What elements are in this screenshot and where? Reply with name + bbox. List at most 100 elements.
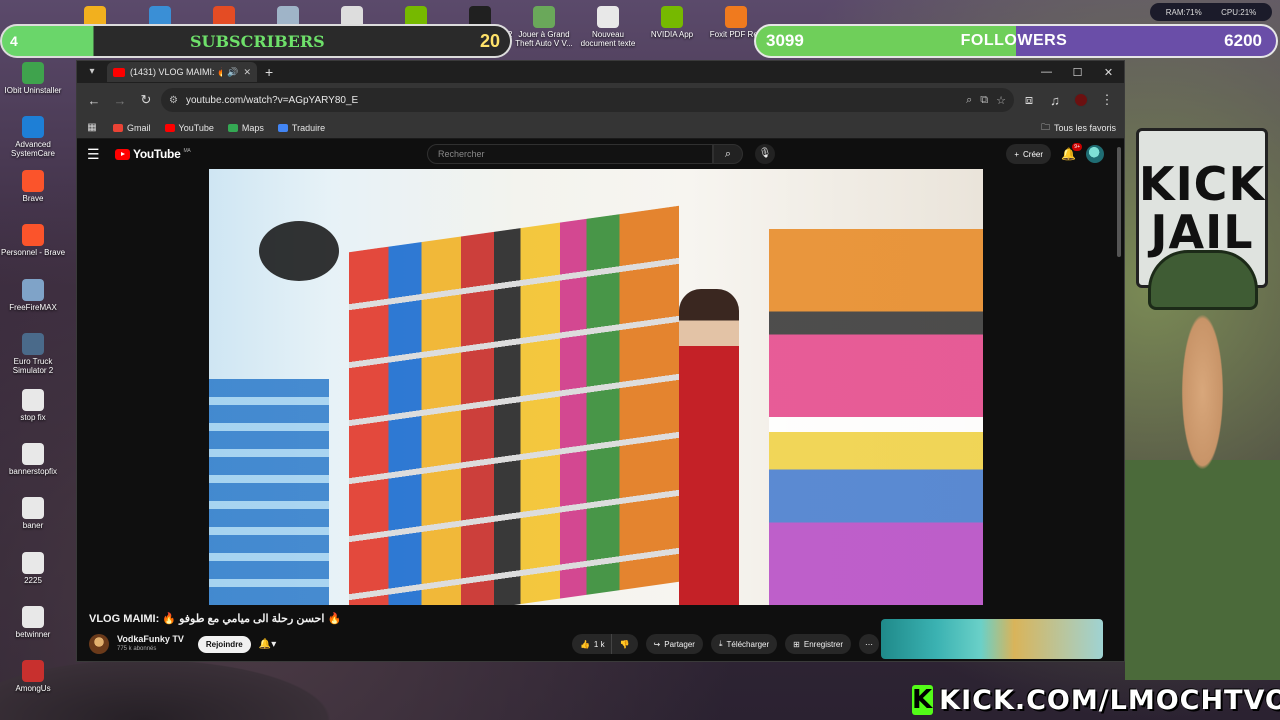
subscribers-label: SUBSCRIBERS <box>190 31 325 51</box>
desktop-icon[interactable]: Advanced SystemCare <box>0 116 66 158</box>
close-window-icon[interactable]: ✕ <box>1093 66 1124 79</box>
download-label: Télécharger <box>726 639 770 649</box>
like-button[interactable]: 👍 1 k <box>571 634 611 654</box>
desktop-icon-label: Advanced SystemCare <box>10 140 55 158</box>
desktop-icon[interactable]: Brave <box>0 170 66 203</box>
thumbs-down-icon: 👎 <box>619 639 630 649</box>
desktop-icon-label: Personnel - Brave <box>0 248 66 257</box>
bookmark-star-icon[interactable]: ☆ <box>996 94 1006 107</box>
tab-search-icon[interactable]: ▾ <box>83 64 101 80</box>
desktop-icon[interactable]: Personnel - Brave <box>0 224 66 257</box>
officer-cap <box>1148 250 1258 310</box>
save-icon: ⊞ <box>793 639 800 649</box>
desktop-icon-label: FreeFireMAX <box>9 303 57 312</box>
subscribers-goal-bar: 4 SUBSCRIBERS 20 <box>0 24 512 58</box>
plus-icon: + <box>1014 149 1020 159</box>
iobit-icon <box>22 62 44 84</box>
bookmarks-bar: ▦ Gmail YouTube Maps Traduire 🗀 Tous les … <box>77 117 1124 139</box>
save-button[interactable]: ⊞ Enregistrer <box>785 634 851 654</box>
desktop-icon[interactable]: betwinner <box>0 606 66 639</box>
tab-youtube-video[interactable]: (1431) VLOG MAIMI: 🔥 فوفو 🔊 ✕ <box>107 62 257 82</box>
join-button[interactable]: Rejoindre <box>197 635 251 653</box>
more-actions-icon[interactable]: ⋯ <box>859 634 879 654</box>
dislike-button[interactable]: 👎 <box>610 634 638 654</box>
desktop-icon[interactable]: 2225 <box>0 552 66 585</box>
extensions-icon[interactable]: ⧈ <box>1018 89 1040 111</box>
freefire-icon <box>22 279 44 301</box>
desktop-icon[interactable]: bannerstopfix <box>0 443 66 476</box>
address-bar[interactable]: ⚙ youtube.com/watch?v=AGpYARY80_E ⌕ ⧉ ☆ <box>161 88 1014 112</box>
desktop-icon[interactable]: stop fix <box>0 389 66 422</box>
desktop-icon-label: Jouer à Grand Theft Auto V V... <box>515 30 573 48</box>
minimize-icon[interactable]: — <box>1031 66 1062 79</box>
bookmark-youtube[interactable]: YouTube <box>164 123 214 133</box>
zoom-icon[interactable]: ⌕ <box>966 94 972 107</box>
desktop-icon-label: baner <box>22 521 44 530</box>
microphone-icon[interactable]: 🎙 <box>755 144 775 164</box>
new-tab-button[interactable]: + <box>265 64 273 80</box>
desktop-icon[interactable]: AmongUs <box>0 660 66 693</box>
bookmark-maps-label: Maps <box>241 122 264 133</box>
hamburger-menu-icon[interactable]: ☰ <box>87 146 103 163</box>
site-info-icon[interactable]: ⚙ <box>169 95 178 106</box>
video-player[interactable] <box>209 169 983 605</box>
page-scrollbar[interactable] <box>1116 141 1122 661</box>
brave-icon <box>22 224 44 246</box>
desktop-icon[interactable]: Nouveau document texte <box>575 6 641 48</box>
browser-menu-icon[interactable]: ⋮ <box>1096 89 1118 111</box>
desktop-icon[interactable]: Jouer à Grand Theft Auto V V... <box>511 6 577 48</box>
bookmark-traduire-label: Traduire <box>291 122 326 133</box>
brave-icon <box>22 170 44 192</box>
subscription-bell-icon[interactable]: 🔔▾ <box>259 639 276 650</box>
notifications-bell-icon[interactable]: 🔔 9+ <box>1061 143 1082 161</box>
maps-icon <box>227 123 238 132</box>
cast-icon[interactable]: ⧉ <box>980 94 988 107</box>
desktop-icon-label: betwinner <box>15 630 51 639</box>
desktop-icon[interactable]: FreeFireMAX <box>0 279 66 312</box>
reload-icon[interactable]: ↻ <box>135 89 157 111</box>
desktop-icon[interactable]: IObit Uninstaller <box>0 62 66 95</box>
profile-avatar[interactable] <box>1070 89 1092 111</box>
media-controls-icon[interactable]: ♫ <box>1044 89 1066 111</box>
jail-sign-line-2: JAIL <box>1150 205 1254 259</box>
all-bookmarks-button[interactable]: 🗀 Tous les favoris <box>1041 120 1116 136</box>
kick-banner: K KICK.COM/LMOCHTVO <box>912 682 1280 718</box>
desktop-icon-label: Brave <box>22 194 44 203</box>
share-button[interactable]: ↪ Partager <box>645 634 703 654</box>
desktop-icon-label: Euro Truck Simulator 2 <box>12 357 54 375</box>
youtube-region: MA <box>183 148 191 154</box>
maximize-icon[interactable]: ☐ <box>1062 66 1093 79</box>
apps-grid-icon[interactable]: ▦ <box>85 121 99 135</box>
download-button[interactable]: ⤓ Télécharger <box>710 634 778 654</box>
address-url: youtube.com/watch?v=AGpYARY80_E <box>185 94 359 106</box>
systemcare-icon <box>22 116 44 138</box>
forward-icon[interactable]: → <box>109 89 131 111</box>
channel-avatar[interactable] <box>89 634 109 654</box>
desktop-icon-label: IObit Uninstaller <box>4 86 62 95</box>
suggested-video-thumbnail[interactable] <box>881 619 1103 659</box>
cartoon-officer <box>1125 280 1280 680</box>
youtube-search-input[interactable]: Rechercher <box>427 144 713 164</box>
video-actions: 👍 1 k 👎 ↪ Partager ⤓ Télécharger ⊞ Enregistr… <box>571 634 879 654</box>
bookmark-maps[interactable]: Maps <box>227 122 264 133</box>
search-icon[interactable]: ⌕ <box>713 144 743 164</box>
scrollbar-thumb[interactable] <box>1117 147 1121 257</box>
desktop-icon[interactable]: NVIDIA App <box>639 6 705 39</box>
desktop-icon[interactable]: Euro Truck Simulator 2 <box>0 333 66 375</box>
create-button[interactable]: + Créer <box>1006 144 1052 164</box>
share-label: Partager <box>664 639 695 649</box>
youtube-logo[interactable]: YouTube MA <box>115 147 191 161</box>
bookmark-gmail[interactable]: Gmail <box>113 123 151 133</box>
ram-usage: RAM:71% <box>1165 7 1202 17</box>
bookmark-traduire[interactable]: Traduire <box>277 122 326 133</box>
channel-info: VodkaFunky TV 775 k abonnés <box>117 634 184 654</box>
back-icon[interactable]: ← <box>83 89 105 111</box>
desktop-icon-label: AmongUs <box>15 684 51 693</box>
account-avatar[interactable] <box>1086 145 1104 163</box>
channel-name[interactable]: VodkaFunky TV <box>117 634 184 644</box>
desktop-icon[interactable]: baner <box>0 497 66 530</box>
desktop-icon-label: NVIDIA App <box>650 30 694 39</box>
close-tab-icon[interactable]: ✕ <box>243 67 251 78</box>
followers-goal-bar: 3099 FOLLOWERS 6200 <box>754 24 1278 58</box>
speaker-icon[interactable]: 🔊 <box>227 67 238 78</box>
